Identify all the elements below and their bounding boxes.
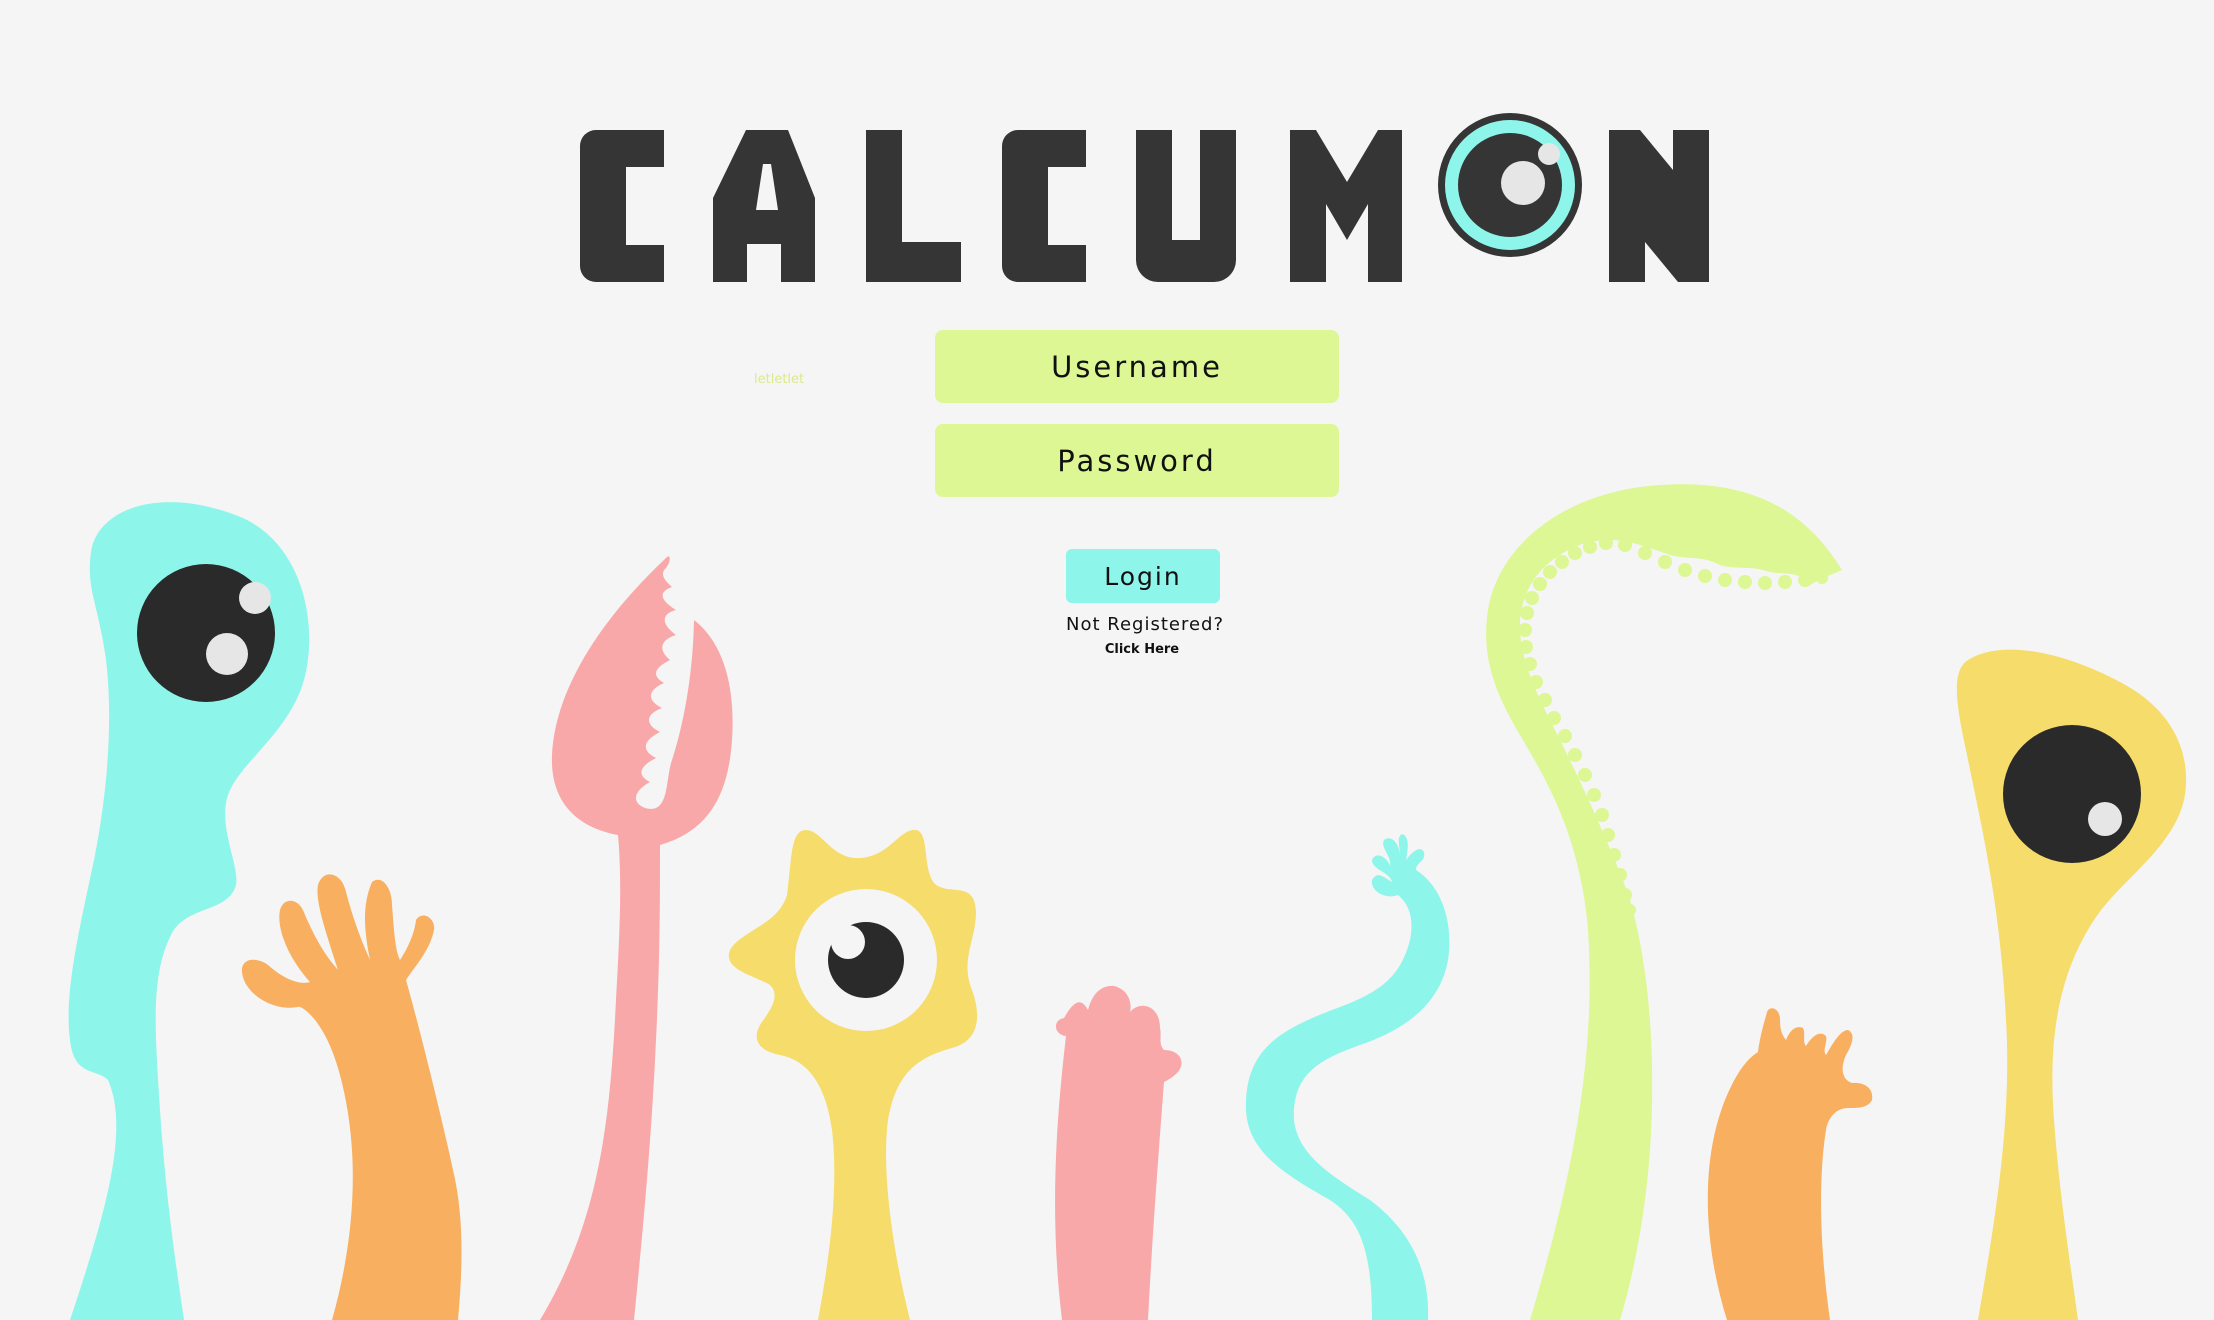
username-input[interactable]: [935, 330, 1339, 403]
password-input[interactable]: [935, 424, 1339, 497]
register-link[interactable]: Click Here: [1080, 642, 1204, 657]
login-button[interactable]: Login: [1066, 549, 1220, 603]
faint-text: letletlet: [754, 372, 805, 387]
calcumon-logo: [580, 113, 1709, 282]
not-registered-text: Not Registered?: [1065, 614, 1225, 635]
